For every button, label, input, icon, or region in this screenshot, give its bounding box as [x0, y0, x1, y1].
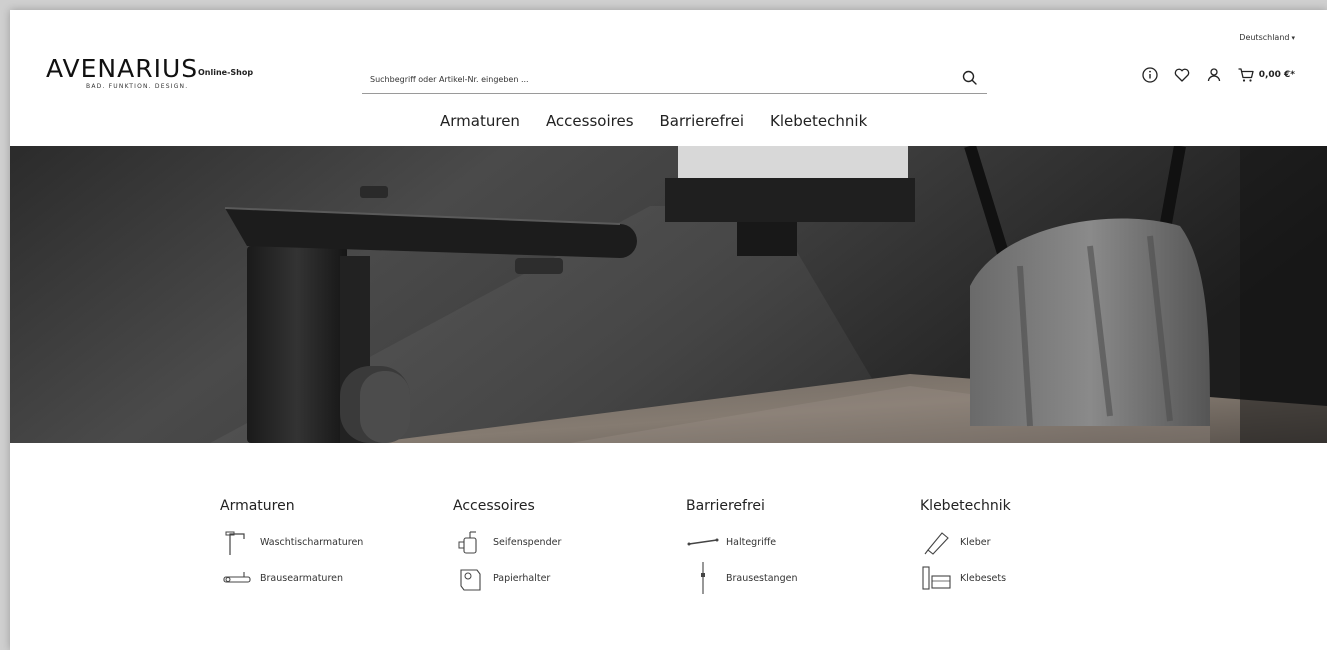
logo[interactable]: AVENARIUS BAD. FUNKTION. DESIGN.	[46, 54, 199, 91]
category-link-label: Brausestangen	[726, 572, 798, 584]
category-title[interactable]: Barrierefrei	[686, 498, 906, 514]
search-input[interactable]	[370, 70, 930, 88]
category-link-label: Waschtischarmaturen	[260, 536, 364, 548]
category-link-seifenspender[interactable]: Seifenspender	[453, 524, 673, 560]
heart-icon[interactable]	[1173, 66, 1191, 84]
grab-bar-icon	[686, 527, 720, 557]
country-label: Deutschland	[1239, 33, 1290, 42]
shower-mixer-icon	[220, 563, 254, 593]
logo-text: AVENARIUS	[46, 54, 199, 83]
category-link-brausestangen[interactable]: Brausestangen	[686, 560, 906, 596]
main-nav: Armaturen Accessoires Barrierefrei Klebe…	[440, 112, 867, 130]
shop-label: Online-Shop	[198, 68, 254, 77]
paper-holder-icon	[453, 563, 487, 593]
shower-rail-icon	[686, 562, 720, 594]
hero-image	[10, 146, 1327, 443]
category-barrierefrei: Barrierefrei Haltegriffe Brausestangen	[686, 498, 906, 596]
glue-tube-icon	[920, 527, 954, 557]
nav-item-barrierefrei[interactable]: Barrierefrei	[660, 112, 745, 130]
category-link-brausearmaturen[interactable]: Brausearmaturen	[220, 560, 440, 596]
site-header: AVENARIUS BAD. FUNKTION. DESIGN. Online-…	[10, 10, 1327, 146]
category-link-papierhalter[interactable]: Papierhalter	[453, 560, 673, 596]
category-link-kleber[interactable]: Kleber	[920, 524, 1140, 560]
category-link-haltegriffe[interactable]: Haltegriffe	[686, 524, 906, 560]
header-actions: 0,00 €*	[1141, 63, 1295, 87]
page: AVENARIUS BAD. FUNKTION. DESIGN. Online-…	[10, 10, 1327, 650]
category-title[interactable]: Armaturen	[220, 498, 440, 514]
category-link-klebesets[interactable]: Klebesets	[920, 560, 1140, 596]
soap-dispenser-icon	[453, 527, 487, 557]
category-link-label: Brausearmaturen	[260, 572, 344, 584]
cart-icon[interactable]	[1237, 66, 1255, 84]
country-selector[interactable]: Deutschland ▾	[1239, 33, 1295, 42]
nav-item-klebetechnik[interactable]: Klebetechnik	[770, 112, 867, 130]
faucet-icon	[220, 527, 254, 557]
category-link-label: Seifenspender	[493, 536, 562, 548]
category-link-label: Klebesets	[960, 572, 1007, 584]
user-icon[interactable]	[1205, 66, 1223, 84]
category-link-label: Haltegriffe	[726, 536, 777, 548]
nav-item-armaturen[interactable]: Armaturen	[440, 112, 520, 130]
search-icon[interactable]	[961, 69, 979, 87]
category-accessoires: Accessoires Seifenspender Papierhalter	[453, 498, 673, 596]
nav-item-accessoires[interactable]: Accessoires	[546, 112, 634, 130]
caret-down-icon: ▾	[1291, 34, 1295, 42]
category-link-waschtischarmaturen[interactable]: Waschtischarmaturen	[220, 524, 440, 560]
logo-tagline: BAD. FUNKTION. DESIGN.	[86, 83, 189, 90]
category-klebetechnik: Klebetechnik Kleber Klebesets	[920, 498, 1140, 596]
cart-total[interactable]: 0,00 €*	[1259, 70, 1295, 80]
category-armaturen: Armaturen Waschtischarmaturen Brausearma…	[220, 498, 440, 596]
hero-banner[interactable]	[10, 146, 1327, 443]
category-title[interactable]: Accessoires	[453, 498, 673, 514]
category-link-label: Kleber	[960, 536, 991, 548]
category-title[interactable]: Klebetechnik	[920, 498, 1140, 514]
adhesive-set-icon	[920, 563, 954, 593]
category-link-label: Papierhalter	[493, 572, 551, 584]
search-bar	[362, 64, 987, 94]
info-icon[interactable]	[1141, 66, 1159, 84]
